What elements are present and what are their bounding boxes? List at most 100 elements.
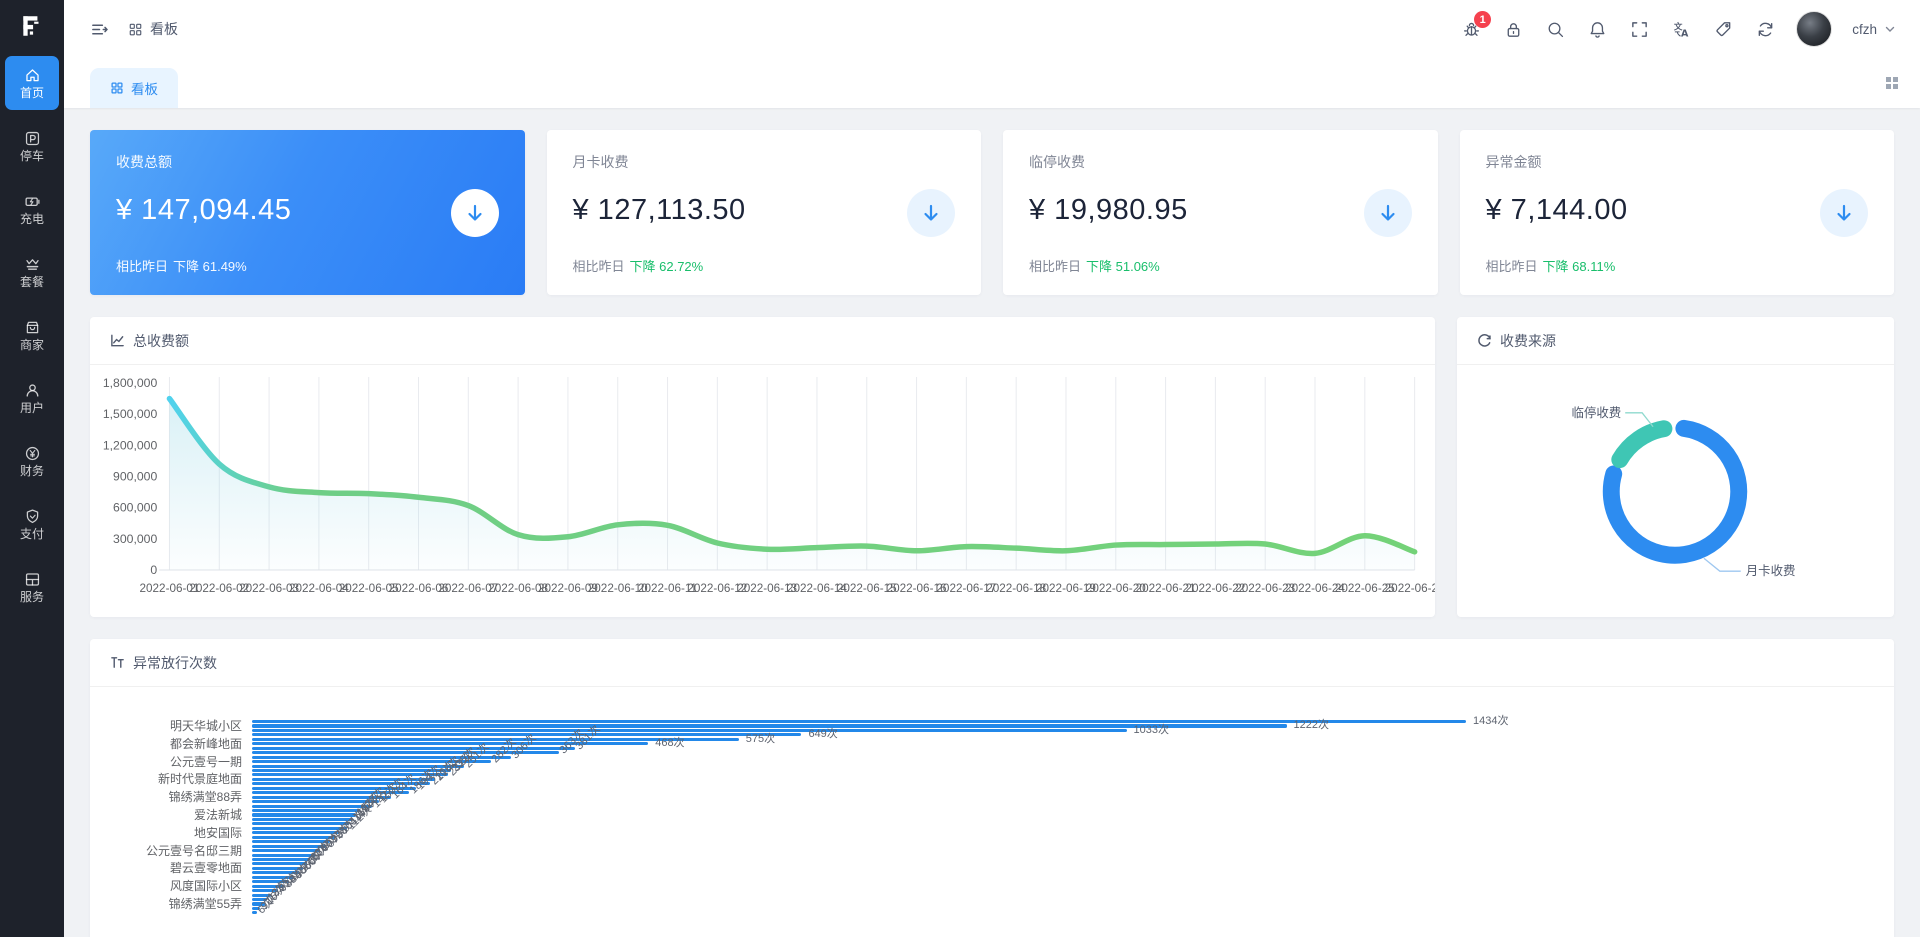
bar[interactable]	[252, 805, 372, 808]
charging-icon	[24, 193, 41, 210]
collapse-menu-icon[interactable]	[88, 18, 110, 40]
bar-value-label: 1222次	[1294, 720, 1329, 731]
line-chart[interactable]: 0300,000600,000900,0001,200,0001,500,000…	[90, 365, 1435, 616]
home-icon	[24, 67, 41, 84]
dashboard-grid-icon	[128, 22, 143, 37]
lock-icon[interactable]	[1502, 18, 1524, 40]
arrow-down-icon	[464, 202, 486, 224]
stat-card-月卡收费: 月卡收费 ¥ 127,113.50 相比昨日下降 62.72%	[547, 130, 982, 295]
tab-layout-icon[interactable]	[1884, 75, 1900, 91]
trend-down-button[interactable]	[1364, 189, 1412, 237]
sidebar-menu: 首页 停车 充电 套餐 商家 用户 财务 支付 服务	[0, 52, 64, 623]
bar[interactable]	[252, 831, 340, 834]
bar[interactable]	[252, 818, 353, 821]
sidebar-item-停车[interactable]: 停车	[5, 119, 59, 173]
bar[interactable]	[252, 840, 330, 843]
sidebar-item-服务[interactable]: 服务	[5, 560, 59, 614]
sidebar-item-商家[interactable]: 商家	[5, 308, 59, 362]
svg-text:1,200,000: 1,200,000	[103, 438, 158, 452]
stat-card-临停收费: 临停收费 ¥ 19,980.95 相比昨日下降 51.06%	[1003, 130, 1438, 295]
sidebar-item-支付[interactable]: 支付	[5, 497, 59, 551]
bar[interactable]	[252, 854, 315, 857]
total-revenue-chart-card: 总收费额 0300,000600,000900,0001,200,0001,50…	[90, 317, 1435, 617]
bar-category-label: 风度国际小区	[94, 879, 242, 893]
bar[interactable]	[252, 849, 320, 852]
refresh-icon[interactable]	[1754, 18, 1776, 40]
trend-down-button[interactable]	[451, 189, 499, 237]
breadcrumb[interactable]: 看板	[128, 19, 178, 39]
stat-card-compare: 相比昨日下降 62.72%	[573, 256, 704, 275]
panel-title: 异常放行次数	[133, 653, 217, 673]
sidebar-item-label: 充电	[20, 213, 44, 225]
user-menu[interactable]: cfzh	[1852, 22, 1896, 37]
dashboard-content: 收费总额 ¥ 147,094.45 相比昨日下降 61.49% 月卡收费 ¥ 1…	[64, 108, 1920, 937]
fullscreen-icon[interactable]	[1628, 18, 1650, 40]
bar[interactable]	[252, 813, 356, 816]
chevron-down-icon	[1884, 23, 1896, 35]
sidebar: 首页 停车 充电 套餐 商家 用户 财务 支付 服务	[0, 0, 64, 937]
bug-icon[interactable]: 1	[1460, 18, 1482, 40]
bar-category-label: 锦绣满堂55弄	[94, 897, 242, 911]
sidebar-item-用户[interactable]: 用户	[5, 371, 59, 425]
stat-cards-row: 收费总额 ¥ 147,094.45 相比昨日下降 61.49% 月卡收费 ¥ 1…	[90, 130, 1894, 295]
sidebar-item-财务[interactable]: 财务	[5, 434, 59, 488]
svg-text:1,500,000: 1,500,000	[103, 407, 158, 421]
payment-icon	[24, 508, 41, 525]
revenue-source-card: 收费来源 临停收费 月卡收费	[1457, 317, 1894, 617]
bar-value-label: 1033次	[1134, 725, 1169, 736]
user-avatar[interactable]	[1796, 11, 1832, 47]
tab-label: 看板	[131, 78, 158, 98]
stat-card-title: 异常金额	[1486, 152, 1869, 172]
bar-category-label: 锦绣满堂88弄	[94, 790, 242, 804]
translate-icon[interactable]: 文A	[1670, 18, 1692, 40]
dashboard-grid-icon	[110, 81, 124, 95]
horizontal-bar-chart[interactable]: 明天华城小区都会新峰地面公元壹号一期新时代景庭地面锦绣满堂88弄爱法新城地安国际…	[90, 687, 1894, 937]
bar-category-label: 地安国际	[94, 826, 242, 840]
svg-text:0: 0	[150, 563, 157, 577]
vip-package-icon	[24, 256, 41, 273]
app-logo[interactable]	[0, 0, 64, 52]
bar-category-label: 碧云壹零地面	[94, 861, 242, 875]
stat-card-value: ¥ 19,980.95	[1029, 194, 1412, 227]
sidebar-item-label: 停车	[20, 150, 44, 162]
stat-card-compare: 相比昨日下降 61.49%	[116, 256, 247, 275]
bell-icon[interactable]	[1586, 18, 1608, 40]
bar-value-label: 575次	[746, 734, 775, 745]
stat-card-value: ¥ 7,144.00	[1486, 194, 1869, 227]
trend-down-button[interactable]	[1820, 189, 1868, 237]
tab-dashboard[interactable]: 看板	[90, 68, 178, 108]
bar[interactable]	[252, 729, 1127, 732]
sidebar-item-充电[interactable]: 充电	[5, 182, 59, 236]
stat-card-value: ¥ 147,094.45	[116, 194, 499, 227]
sidebar-item-label: 商家	[20, 339, 44, 351]
bar[interactable]	[252, 720, 1466, 723]
finance-icon	[24, 445, 41, 462]
tag-icon[interactable]	[1712, 18, 1734, 40]
bar[interactable]	[252, 911, 257, 914]
bar[interactable]	[252, 809, 360, 812]
svg-text:1,800,000: 1,800,000	[103, 376, 158, 390]
bar[interactable]	[252, 836, 335, 839]
panel-title: 总收费额	[133, 331, 189, 351]
bar[interactable]	[252, 769, 451, 772]
svg-text:600,000: 600,000	[113, 501, 157, 515]
stat-card-异常金额: 异常金额 ¥ 7,144.00 相比昨日下降 68.11%	[1460, 130, 1895, 295]
sidebar-item-首页[interactable]: 首页	[5, 56, 59, 110]
bar-category-label: 都会新峰地面	[94, 737, 242, 751]
panel-title: 收费来源	[1500, 331, 1556, 351]
bar[interactable]	[252, 858, 310, 861]
donut-chart[interactable]: 临停收费 月卡收费	[1457, 365, 1894, 621]
arrow-down-icon	[920, 202, 942, 224]
bar[interactable]	[252, 827, 347, 830]
sidebar-item-套餐[interactable]: 套餐	[5, 245, 59, 299]
search-icon[interactable]	[1544, 18, 1566, 40]
notification-badge: 1	[1474, 11, 1491, 28]
svg-text:900,000: 900,000	[113, 470, 157, 484]
service-icon	[24, 571, 41, 588]
bar[interactable]	[252, 822, 349, 825]
stat-card-收费总额: 收费总额 ¥ 147,094.45 相比昨日下降 61.49%	[90, 130, 525, 295]
svg-text:A: A	[1681, 28, 1689, 38]
trend-down-button[interactable]	[907, 189, 955, 237]
bar-category-label: 公元壹号一期	[94, 755, 242, 769]
bar[interactable]	[252, 724, 1287, 727]
